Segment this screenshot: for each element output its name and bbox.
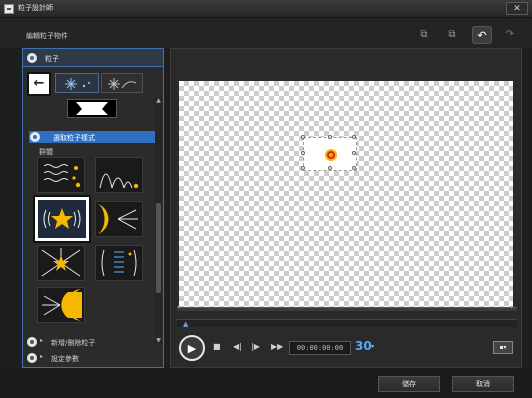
burst-shape-icon <box>76 102 108 115</box>
parameters-label: 設定參數 <box>51 355 79 363</box>
close-button[interactable]: ✕ <box>506 2 528 15</box>
preset-scrollbar[interactable]: ▲ ▼ <box>155 97 162 345</box>
spark-icon <box>65 78 90 90</box>
scroll-up-arrow-icon[interactable]: ▲ <box>155 97 162 105</box>
add-remove-icon <box>27 337 37 347</box>
waves-icon <box>43 164 81 188</box>
preset-moon-burst[interactable] <box>95 201 143 237</box>
spark-path-icon <box>108 78 137 90</box>
emitter-center-icon <box>325 149 337 161</box>
toolbar: 編輯粒子物件 ⧉ ⧉ ↶ ↷ <box>0 18 532 48</box>
undo-icon[interactable]: ↶ <box>472 26 492 44</box>
resize-handle[interactable] <box>352 135 356 139</box>
scroll-left-arrow-icon[interactable]: ◂ <box>177 304 180 310</box>
resize-handle[interactable] <box>352 151 356 155</box>
fast-forward-icon[interactable]: ▶▶ <box>271 342 283 351</box>
particle-emitter-box[interactable] <box>301 135 357 171</box>
resize-handle[interactable] <box>352 166 356 170</box>
scroll-right-arrow-icon[interactable]: ▸ <box>511 304 514 310</box>
frame-rate-value[interactable]: 30 <box>355 339 372 353</box>
playhead-marker-icon[interactable]: ▲ <box>183 320 188 328</box>
frame-rate-dropdown-icon[interactable]: ▾ <box>371 343 374 350</box>
parameters-icon <box>27 353 37 363</box>
timecode-field[interactable]: 00:00:00:00 <box>289 341 351 355</box>
group-label: 群體 <box>39 148 53 156</box>
save-button[interactable]: 儲存 <box>378 376 440 392</box>
add-remove-particle-row[interactable]: ▸ 新增/刪除粒子 <box>27 337 157 349</box>
title-bar: 粒子設計師 ✕ <box>0 0 532 18</box>
half-moon-icon <box>42 289 82 321</box>
set-parameters-row[interactable]: ▸ 設定參數 <box>27 353 157 365</box>
copy-icon[interactable]: ⧉ <box>416 27 432 43</box>
star-radial-icon <box>43 208 81 229</box>
next-frame-icon[interactable]: |▶ <box>251 342 260 351</box>
redo-icon[interactable]: ↷ <box>502 27 518 43</box>
bounce-arcs-icon <box>99 173 139 189</box>
preset-star-burst[interactable] <box>37 245 85 281</box>
preview-panel: ◂ ▸ ▲ ▶ ■ ◀| |▶ ▶▶ 00:00:00:00 30 ▾ ▪▾ <box>170 48 522 368</box>
select-particle-style-section[interactable]: 選取粒子樣式 <box>29 131 155 143</box>
particle-object-header[interactable]: 粒子 <box>23 49 163 67</box>
section-icon <box>30 132 40 142</box>
resize-handle[interactable] <box>301 135 305 139</box>
cancel-button[interactable]: 取消 <box>452 376 514 392</box>
resize-handle[interactable] <box>301 166 305 170</box>
spiral-bracket-icon <box>101 249 137 277</box>
previous-frame-icon[interactable]: ◀| <box>233 342 242 351</box>
add-remove-label: 新增/刪除粒子 <box>51 339 96 347</box>
section-title: 選取粒子樣式 <box>53 134 95 142</box>
play-button[interactable]: ▶ <box>179 335 205 361</box>
moon-arrows-icon <box>98 204 138 234</box>
tab-particle-path[interactable] <box>101 73 143 93</box>
star-burst-icon <box>41 248 81 277</box>
horizontal-scroll-track[interactable]: ◂ ▸ <box>177 304 517 311</box>
preset-half-moon[interactable] <box>37 287 85 323</box>
resize-handle[interactable] <box>301 151 305 155</box>
paste-icon[interactable]: ⧉ <box>444 27 460 43</box>
particle-settings-panel: 粒子 ← 選取粒子樣式 群體 ▲ ▼ ▸ 新增/刪除粒子 ▸ 設定參數 <box>22 48 164 368</box>
view-options-button[interactable]: ▪▾ <box>493 341 513 354</box>
preset-spiral[interactable] <box>95 245 143 281</box>
preset-waves[interactable] <box>37 157 85 193</box>
expand-arrow-icon: ▸ <box>40 337 44 344</box>
particle-icon <box>27 53 37 63</box>
app-icon <box>4 4 14 14</box>
tab-particle-style[interactable] <box>55 73 99 93</box>
back-button[interactable]: ← <box>27 72 51 96</box>
resize-handle[interactable] <box>328 166 332 170</box>
resize-handle[interactable] <box>328 135 332 139</box>
playback-controls: ▶ ■ ◀| |▶ ▶▶ 00:00:00:00 30 ▾ ▪▾ <box>177 333 517 363</box>
expand-arrow-icon: ▸ <box>40 353 44 360</box>
scroll-thumb[interactable] <box>156 203 161 293</box>
preset-radial-star-selected[interactable] <box>33 195 91 243</box>
current-preset-thumbnail[interactable] <box>67 99 117 118</box>
dialog-footer: 儲存 取消 <box>0 368 532 398</box>
breadcrumb: 編輯粒子物件 <box>26 32 68 40</box>
particle-object-label: 粒子 <box>45 55 59 63</box>
timeline-slider[interactable]: ▲ <box>177 319 517 328</box>
preset-bounce[interactable] <box>95 157 143 193</box>
stop-icon[interactable]: ■ <box>213 342 221 351</box>
window-title: 粒子設計師 <box>18 4 53 12</box>
preview-canvas[interactable] <box>179 81 513 307</box>
